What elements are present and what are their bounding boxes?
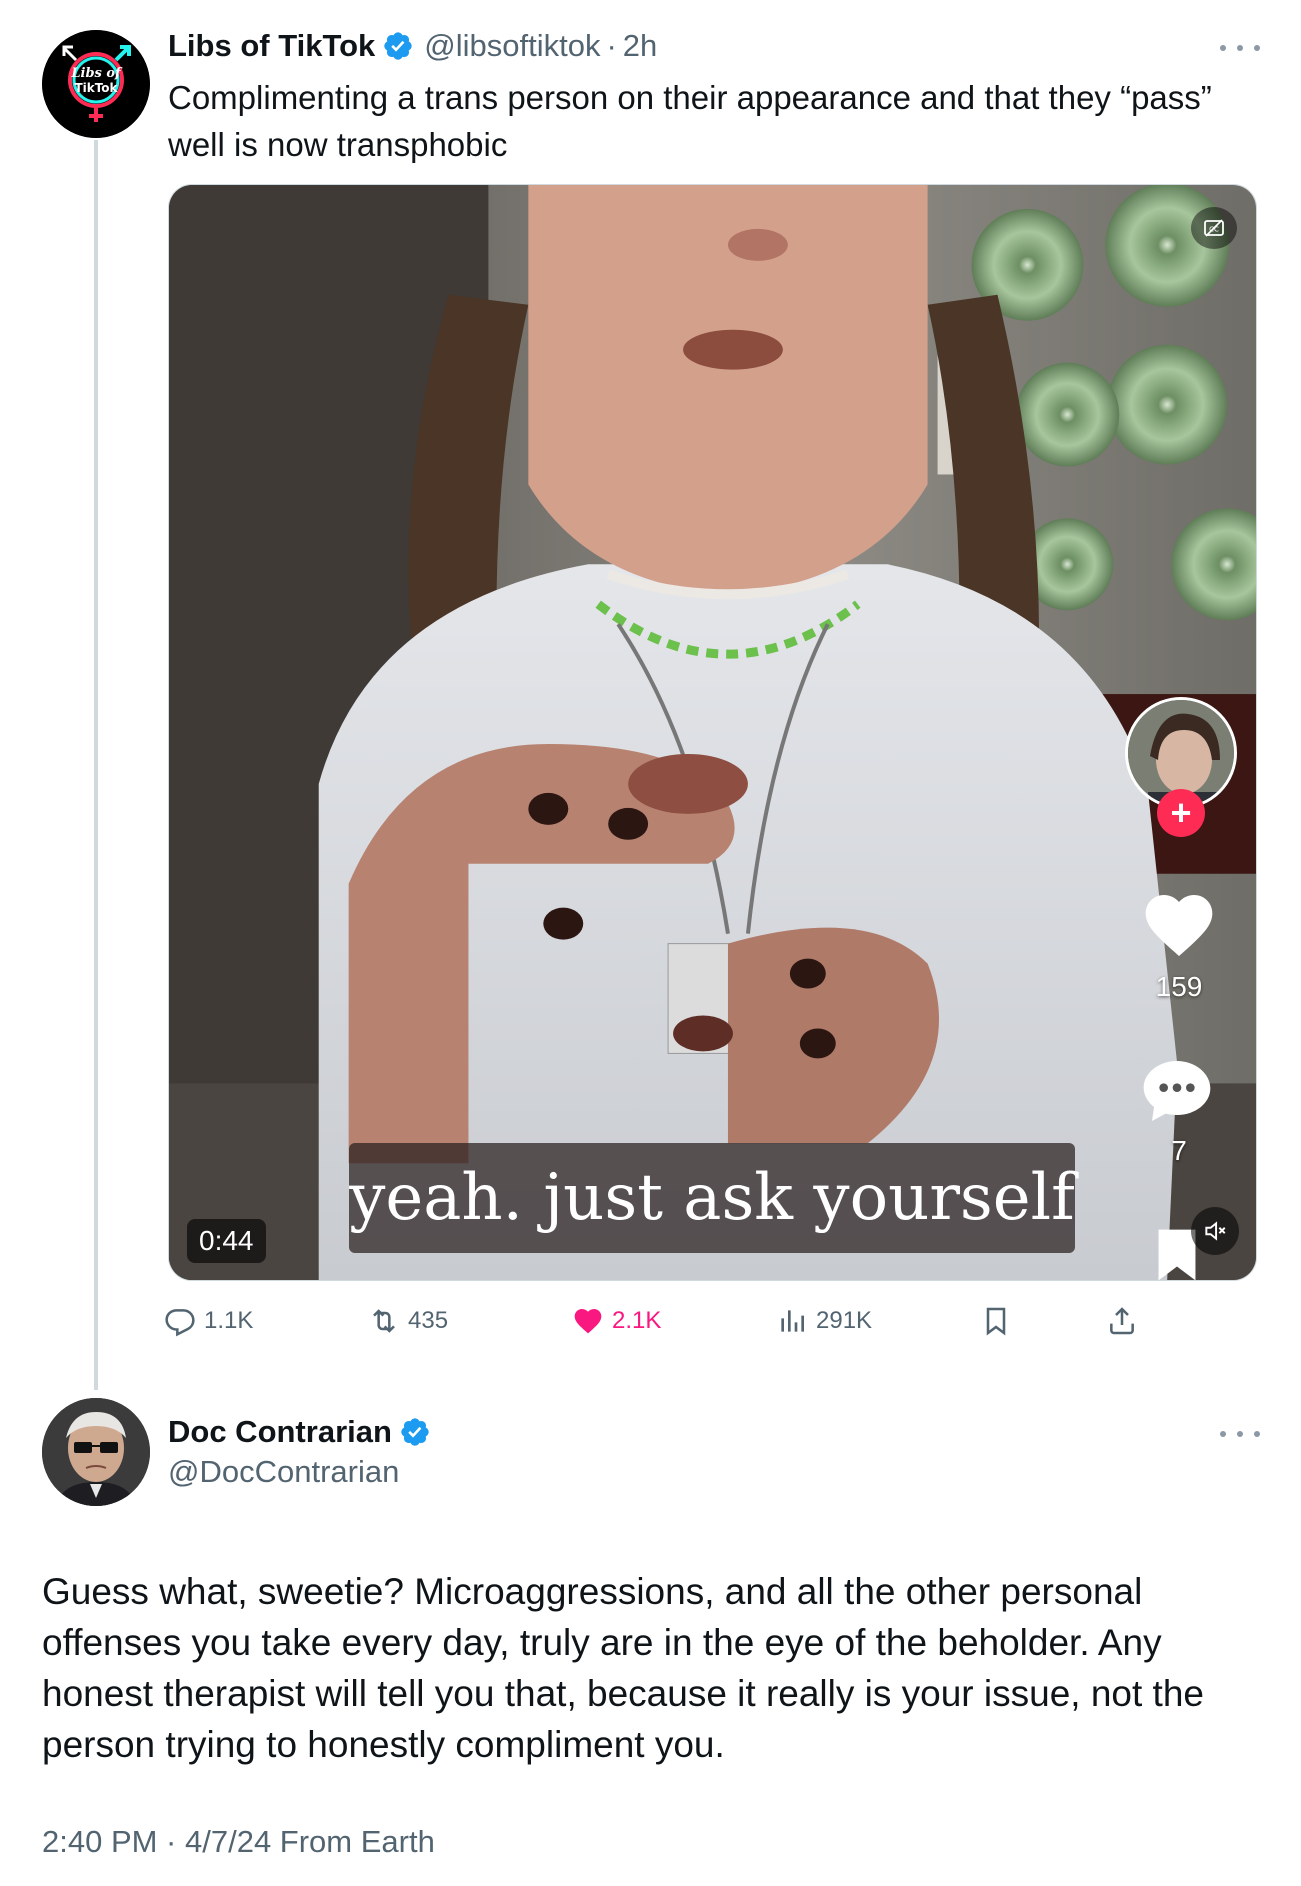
reply-count: 1.1K — [204, 1307, 254, 1334]
tweet-timestamp[interactable]: 2h — [623, 28, 657, 64]
more-options-icon[interactable] — [1220, 38, 1260, 58]
libs-of-tiktok-logo: Libs of TikTok — [42, 30, 150, 138]
captions-icon[interactable]: CC — [1191, 207, 1237, 249]
author-avatar[interactable]: Libs of TikTok — [42, 30, 150, 138]
reply-header: Doc Contrarian — [168, 1410, 431, 1454]
more-options-icon[interactable] — [1220, 1424, 1260, 1444]
video-frame — [169, 185, 1256, 1280]
repost-icon — [373, 1309, 395, 1333]
video-caption: yeah. just ask yourself — [349, 1143, 1075, 1253]
views-count: 291K — [816, 1307, 873, 1334]
video-caption-text: yeah. just ask yourself — [349, 1161, 1075, 1235]
repost-button[interactable]: 435 — [368, 1298, 448, 1344]
share-button[interactable] — [1106, 1298, 1146, 1344]
tweet-action-bar: 1.1K 435 2.1K 291K — [164, 1298, 1194, 1344]
verified-badge-icon[interactable] — [399, 1416, 431, 1448]
tiktok-follow-plus-icon: + — [1157, 789, 1205, 837]
reply-author-avatar[interactable] — [42, 1398, 150, 1506]
author-name[interactable]: Libs of TikTok — [168, 28, 375, 64]
bookmark-icon — [986, 1307, 1006, 1336]
logo-text-line2: TikTok — [74, 81, 118, 95]
tweet-text: Complimenting a trans person on their ap… — [168, 79, 1212, 163]
repost-count: 435 — [408, 1307, 449, 1334]
like-count: 2.1K — [612, 1307, 662, 1334]
tiktok-comment-icon — [1143, 1061, 1211, 1121]
mute-icon[interactable] — [1191, 1207, 1239, 1255]
reply-button[interactable]: 1.1K — [164, 1298, 253, 1344]
tiktok-heart-icon — [1145, 895, 1213, 956]
logo-text-line1: Libs of — [70, 66, 123, 81]
bookmark-button[interactable] — [980, 1298, 1020, 1344]
tiktok-like-count: 159 — [1155, 971, 1203, 1002]
reply-text: Guess what, sweetie? Microaggressions, a… — [42, 1571, 1204, 1765]
verified-badge-icon[interactable] — [382, 30, 414, 62]
separator-dot: · — [606, 28, 617, 63]
reply-icon — [165, 1309, 195, 1337]
reply-author-handle[interactable]: @DocContrarian — [168, 1454, 399, 1490]
views-button[interactable]: 291K — [776, 1298, 872, 1344]
heart-icon — [574, 1309, 602, 1334]
like-button[interactable]: 2.1K — [572, 1298, 661, 1344]
tweet-header: Libs of TikTok @libsoftiktok · 2h — [168, 24, 657, 68]
reply-timestamp-meta[interactable]: 2:40 PM · 4/7/24 From Earth — [42, 1824, 435, 1860]
video-duration-badge: 0:44 — [187, 1219, 266, 1263]
views-icon — [781, 1310, 804, 1332]
share-icon — [1110, 1307, 1134, 1335]
reply-author-name[interactable]: Doc Contrarian — [168, 1414, 392, 1450]
thread-connector-line — [94, 140, 98, 1390]
tiktok-comment-count: 7 — [1171, 1135, 1187, 1166]
author-handle[interactable]: @libsoftiktok — [424, 28, 600, 64]
video-player[interactable]: CC + 159 7 yeah. just ask yourself 0:44 — [168, 184, 1257, 1281]
